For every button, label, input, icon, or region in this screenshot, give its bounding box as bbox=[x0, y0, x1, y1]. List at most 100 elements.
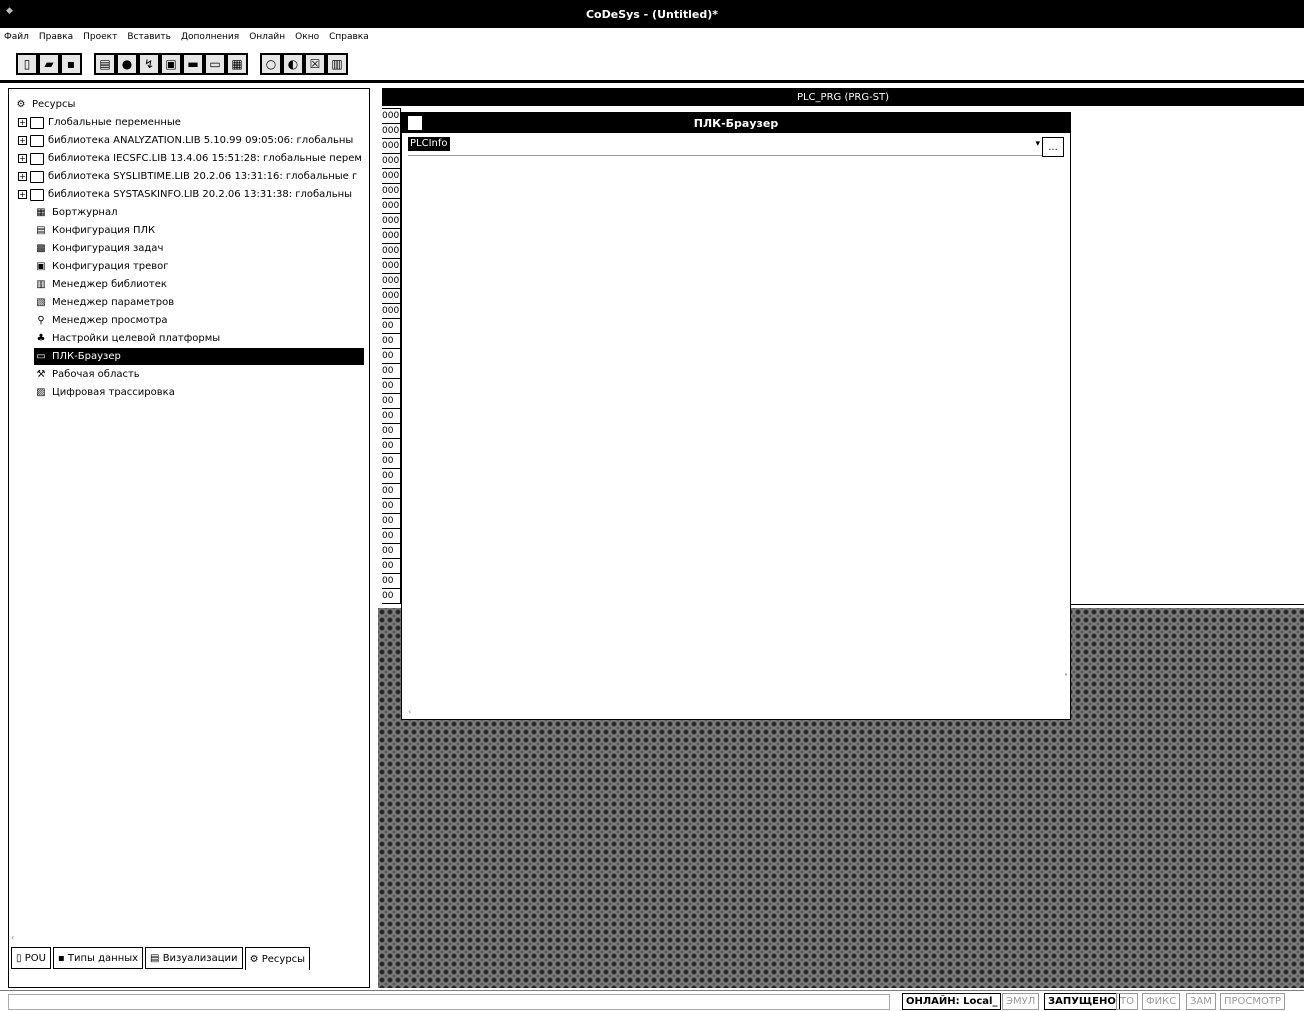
tab-visualizations[interactable]: ▤ Визуализации bbox=[145, 947, 243, 969]
chevron-down-icon[interactable]: ▾ bbox=[1035, 139, 1040, 149]
tab-data-types[interactable]: ▪ Типы данных bbox=[52, 947, 144, 969]
status-bar: ОНЛАЙН: Local_ ЭМУЛ ЗАПУЩЕНО ТО ФИКС ЗАМ… bbox=[0, 990, 1304, 1011]
menu-window[interactable]: Окно bbox=[295, 32, 319, 42]
tree-item-workspace[interactable]: ⚒ Рабочая область bbox=[34, 366, 140, 383]
window-title: CoDeSys - (Untitled)* bbox=[585, 7, 719, 21]
command-input[interactable]: PLCInfo bbox=[408, 137, 450, 151]
line-number: 00 bbox=[382, 558, 401, 574]
run-icon[interactable]: ▬ bbox=[182, 53, 204, 75]
plc-browser-title: ПЛК-Браузер bbox=[402, 113, 1070, 133]
status-to: ТО bbox=[1116, 993, 1138, 1010]
browser-output[interactable] bbox=[408, 159, 1064, 705]
build-icon[interactable]: ▤ bbox=[94, 53, 116, 75]
step-icon[interactable]: ◐ bbox=[282, 53, 304, 75]
tab-resources[interactable]: ⚙ Ресурсы bbox=[244, 947, 311, 970]
tree-item-task-config[interactable]: ▩ Конфигурация задач bbox=[34, 240, 163, 257]
tree-item-lib-systaskinfo[interactable]: + библиотека SYSTASKINFO.LIB 20.2.06 13:… bbox=[18, 186, 352, 203]
start-icon[interactable]: ○ bbox=[260, 53, 282, 75]
tree-item-watch-manager[interactable]: ⚲ Менеджер просмотра bbox=[34, 312, 167, 329]
tree-item-logbook[interactable]: ▦ Бортжурнал bbox=[34, 204, 117, 221]
status-zam: ЗАМ bbox=[1186, 993, 1216, 1010]
library-manager-icon: ▥ bbox=[36, 279, 46, 290]
tree-item-label: Бортжурнал bbox=[52, 207, 118, 218]
line-number: 000 bbox=[382, 228, 401, 244]
window-control-icon[interactable] bbox=[408, 116, 422, 130]
horizontal-scrollbar[interactable]: ‹ bbox=[408, 707, 1064, 717]
tree-root-resources[interactable]: ⚙ Ресурсы bbox=[14, 96, 76, 113]
logout-icon[interactable]: ▣ bbox=[160, 53, 182, 75]
menu-edit[interactable]: Правка bbox=[39, 32, 73, 42]
menu-project[interactable]: Проект bbox=[83, 32, 117, 42]
line-number: 00 bbox=[382, 498, 401, 514]
tree-item-alarm-config[interactable]: ▣ Конфигурация тревог bbox=[34, 258, 169, 275]
tree-item-plc-config[interactable]: ▤ Конфигурация ПЛК bbox=[34, 222, 155, 239]
compile-icon[interactable]: ● bbox=[116, 53, 138, 75]
trace-icon: ▨ bbox=[36, 387, 46, 398]
line-number: 00 bbox=[382, 408, 401, 424]
folder-icon bbox=[30, 170, 44, 183]
data-types-icon: ▪ bbox=[57, 952, 68, 964]
login-icon[interactable]: ↯ bbox=[138, 53, 160, 75]
tab-pou[interactable]: ▯ POU bbox=[11, 947, 51, 969]
expand-icon[interactable]: + bbox=[18, 190, 27, 199]
tree-root-label: Ресурсы bbox=[32, 99, 76, 110]
expand-icon[interactable]: + bbox=[18, 154, 27, 163]
tree-item-library-manager[interactable]: ▥ Менеджер библиотек bbox=[34, 276, 167, 293]
line-number: 00 bbox=[382, 588, 401, 604]
line-number: 000 bbox=[382, 183, 401, 199]
breakpoint-icon[interactable]: ☒ bbox=[304, 53, 326, 75]
tree-item-sampling-trace[interactable]: ▨ Цифровая трассировка bbox=[34, 384, 175, 401]
pou-window-title-text: PLC_PRG (PRG-ST) bbox=[796, 91, 890, 103]
logbook-icon: ▦ bbox=[36, 207, 46, 218]
toolbar: ▯ ▰ ▪ ▤ ● ↯ ▣ ▬ ▭ ▦ ○ ◐ ☒ ▥ bbox=[0, 47, 1304, 83]
menu-online[interactable]: Онлайн bbox=[249, 32, 285, 42]
vertical-scrollbar[interactable]: ˅ bbox=[1064, 673, 1068, 682]
menu-insert[interactable]: Вставить bbox=[127, 32, 171, 42]
line-number: 00 bbox=[382, 348, 401, 364]
line-number: 00 bbox=[382, 333, 401, 349]
folder-icon bbox=[30, 188, 44, 201]
new-icon[interactable]: ▯ bbox=[16, 53, 38, 75]
tree-item-lib-iecsfc[interactable]: + библиотека IECSFC.LIB 13.4.06 15:51:28… bbox=[18, 150, 362, 167]
parameter-manager-icon: ▧ bbox=[36, 297, 46, 308]
tree-item-label: Конфигурация ПЛК bbox=[52, 225, 156, 236]
tree-item-label: Менеджер параметров bbox=[52, 297, 175, 308]
tree-item-lib-analyzation[interactable]: + библиотека ANALYZATION.LIB 5.10.99 09:… bbox=[18, 132, 353, 149]
line-number: 000 bbox=[382, 108, 401, 124]
line-number: 000 bbox=[382, 198, 401, 214]
status-emul: ЭМУЛ bbox=[1002, 993, 1040, 1010]
tree-item-plc-browser[interactable]: ▭ ПЛК-Браузер bbox=[34, 348, 364, 365]
more-button[interactable]: ... bbox=[1042, 137, 1064, 157]
tree-item-label: библиотека ANALYZATION.LIB 5.10.99 09:05… bbox=[48, 135, 354, 146]
menu-help[interactable]: Справка bbox=[329, 32, 369, 42]
tab-label: Ресурсы bbox=[261, 953, 306, 965]
line-number: 00 bbox=[382, 393, 401, 409]
tree-item-parameter-manager[interactable]: ▧ Менеджер параметров bbox=[34, 294, 174, 311]
pou-icon: ▯ bbox=[16, 952, 25, 964]
line-number: 000 bbox=[382, 168, 401, 184]
line-number: 00 bbox=[382, 423, 401, 439]
horizontal-scrollbar[interactable]: ‹ bbox=[11, 933, 367, 943]
open-icon[interactable]: ▰ bbox=[38, 53, 60, 75]
print-icon[interactable]: ▦ bbox=[226, 53, 248, 75]
trace-icon[interactable]: ▥ bbox=[326, 53, 348, 75]
tree-item-label: Менеджер библиотек bbox=[52, 279, 167, 290]
plc-config-icon: ▤ bbox=[36, 225, 46, 236]
tree-item-target-settings[interactable]: ♣ Настройки целевой платформы bbox=[34, 330, 221, 347]
tree-item-lib-syslibtime[interactable]: + библиотека SYSLIBTIME.LIB 20.2.06 13:3… bbox=[18, 168, 357, 185]
system-menu-icon[interactable]: ◆ bbox=[6, 6, 16, 16]
tree-item-label: Глобальные переменные bbox=[48, 117, 181, 128]
expand-icon[interactable]: + bbox=[18, 118, 27, 127]
menu-extras[interactable]: Дополнения bbox=[181, 32, 239, 42]
expand-icon[interactable]: + bbox=[18, 136, 27, 145]
tree-item-label: Конфигурация задач bbox=[52, 243, 164, 254]
menu-file[interactable]: Файл bbox=[4, 32, 29, 42]
line-number: 000 bbox=[382, 138, 401, 154]
save-icon[interactable]: ▪ bbox=[60, 53, 82, 75]
line-number: 00 bbox=[382, 363, 401, 379]
tree-item-global-vars[interactable]: + Глобальные переменные bbox=[18, 114, 181, 131]
tree-item-label: Конфигурация тревог bbox=[52, 261, 169, 272]
line-number: 000 bbox=[382, 303, 401, 319]
stop-icon[interactable]: ▭ bbox=[204, 53, 226, 75]
expand-icon[interactable]: + bbox=[18, 172, 27, 181]
